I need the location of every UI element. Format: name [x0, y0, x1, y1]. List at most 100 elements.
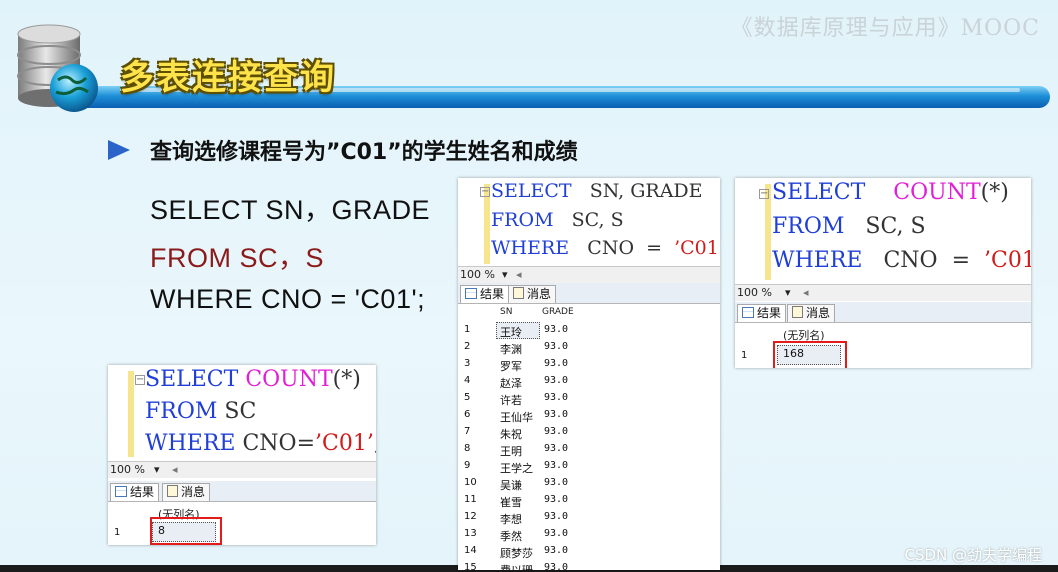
table-row[interactable]: 8 王明 93.0 — [458, 440, 720, 458]
table-row[interactable]: 9 王学之 93.0 — [458, 457, 720, 475]
code-line-where: WHERE CNO=’C01’; — [145, 431, 376, 456]
grade-cell: 93.0 — [544, 392, 569, 403]
result-tabs: 结果 消息 — [108, 481, 376, 502]
slide-title: 多表连接查询 — [120, 58, 336, 98]
row-number: 1 — [741, 350, 748, 361]
code-line-from: FROM SC, S — [491, 209, 624, 231]
table-row[interactable]: 14 顾梦莎 93.0 — [458, 542, 720, 560]
result-grid: SN GRADE 1 王玲 93.0 2 李渊 93.0 3 罗军 93.0 4 赵泽 93.0 5 许若… — [458, 304, 720, 570]
row-number: 6 — [464, 409, 471, 420]
row-number: 9 — [464, 460, 471, 471]
row-number: 8 — [464, 443, 471, 454]
table-row[interactable]: 1 王玲 93.0 — [458, 321, 720, 339]
table-row[interactable]: 3 罗军 93.0 — [458, 355, 720, 373]
grade-cell: 93.0 — [544, 477, 569, 488]
sql-from-line: FROM SC，S — [150, 243, 325, 273]
grade-cell: 93.0 — [544, 375, 569, 386]
chevron-down-icon[interactable]: ▾ — [154, 463, 160, 476]
code-gutter — [128, 371, 134, 457]
table-row[interactable]: 15 费以珊 93.0 — [458, 559, 720, 570]
table-row[interactable]: 13 季然 93.0 — [458, 525, 720, 543]
code-line-select: SELECT SN, GRADE — [491, 180, 703, 202]
table-row[interactable]: 10 吴谦 93.0 — [458, 474, 720, 492]
column-header-sn: SN — [500, 307, 513, 317]
row-number: 14 — [464, 545, 477, 556]
row-number: 13 — [464, 528, 477, 539]
grade-cell: 93.0 — [544, 358, 569, 369]
tab-results[interactable]: 结果 — [110, 483, 160, 501]
query-panel-join: − SELECT SN, GRADE FROM SC, S WHERE CNO … — [458, 178, 720, 570]
row-number: 12 — [464, 511, 477, 522]
code-line-from: FROM SC, S — [772, 214, 926, 239]
tab-messages[interactable]: 消息 — [162, 483, 211, 501]
tab-results[interactable]: 结果 — [460, 285, 510, 303]
row-number: 10 — [464, 477, 477, 488]
scroll-left-icon[interactable]: ◂ — [803, 286, 809, 299]
collapse-icon[interactable]: − — [759, 189, 769, 199]
course-title: 《数据库原理与应用》MOOC — [730, 16, 1040, 41]
code-line-where: WHERE CNO = ’C01’; — [772, 248, 1031, 273]
message-icon — [167, 485, 178, 497]
grade-cell: 93.0 — [544, 545, 569, 556]
sql-select-line: SELECT SN，GRADE — [150, 195, 431, 225]
grade-cell: 93.0 — [544, 409, 569, 420]
csdn-watermark: CSDN @劲夫学编程 — [904, 546, 1042, 564]
table-row[interactable]: 6 王仙华 93.0 — [458, 406, 720, 424]
tab-results[interactable]: 结果 — [737, 304, 787, 322]
table-row[interactable]: 4 赵泽 93.0 — [458, 372, 720, 390]
sql-where-line: WHERE CNO = 'C01'; — [150, 284, 426, 314]
scroll-left-icon[interactable]: ◂ — [516, 268, 522, 281]
subtitle: 查询选修课程号为”C01”的学生姓名和成绩 — [150, 140, 578, 165]
grade-cell: 93.0 — [544, 562, 569, 570]
code-line-where: WHERE CNO = ’C01’; — [491, 237, 720, 259]
row-number: 3 — [464, 358, 471, 369]
table-row[interactable]: 7 朱祝 93.0 — [458, 423, 720, 441]
chevron-down-icon[interactable]: ▾ — [502, 268, 508, 281]
code-editor: − SELECT SN, GRADE FROM SC, S WHERE CNO … — [458, 178, 720, 266]
row-number: 2 — [464, 341, 471, 352]
table-row[interactable]: 12 李想 93.0 — [458, 508, 720, 526]
grade-cell: 93.0 — [544, 460, 569, 471]
table-row[interactable]: 11 崔雪 93.0 — [458, 491, 720, 509]
grade-cell: 93.0 — [544, 511, 569, 522]
row-number: 7 — [464, 426, 471, 437]
row-number: 1 — [114, 527, 121, 538]
message-icon — [792, 306, 803, 318]
code-editor: − SELECT COUNT(*) FROM SC, S WHERE CNO =… — [735, 178, 1031, 282]
row-number: 5 — [464, 392, 471, 403]
table-row[interactable]: 2 李渊 93.0 — [458, 338, 720, 356]
grid-icon — [115, 486, 127, 497]
zoom-bar: 100 % ▾ ◂ — [458, 266, 720, 283]
tab-messages[interactable]: 消息 — [508, 285, 557, 303]
result-grid: (无列名) 1 8 — [108, 502, 376, 545]
chevron-down-icon[interactable]: ▾ — [785, 286, 791, 299]
zoom-bar: 100 % ▾ ◂ — [735, 284, 1031, 301]
zoom-level[interactable]: 100 % — [737, 286, 772, 299]
bullet-arrow-icon — [108, 140, 130, 160]
row-number: 15 — [464, 562, 477, 570]
grade-cell: 93.0 — [544, 341, 569, 352]
query-panel-count-sc-s: − SELECT COUNT(*) FROM SC, S WHERE CNO =… — [735, 178, 1031, 368]
grid-icon — [742, 307, 754, 318]
zoom-level[interactable]: 100 % — [110, 463, 145, 476]
result-tabs: 结果 消息 — [458, 283, 720, 304]
column-header-grade: GRADE — [542, 307, 574, 317]
database-globe-icon — [17, 24, 98, 112]
collapse-icon[interactable]: − — [480, 187, 490, 197]
code-line-select: SELECT COUNT(*) — [772, 180, 1009, 205]
table-row[interactable]: 5 许若 93.0 — [458, 389, 720, 407]
scroll-left-icon[interactable]: ◂ — [172, 463, 178, 476]
result-tabs: 结果 消息 — [735, 302, 1031, 323]
grade-cell: 93.0 — [544, 528, 569, 539]
code-line-from: FROM SC — [145, 399, 257, 424]
code-editor: − SELECT COUNT(*) FROM SC WHERE CNO=’C01… — [108, 365, 376, 461]
row-number: 11 — [464, 494, 477, 505]
grade-cell: 93.0 — [544, 494, 569, 505]
zoom-level[interactable]: 100 % — [460, 268, 495, 281]
collapse-icon[interactable]: − — [135, 375, 145, 385]
highlight-box — [150, 517, 222, 545]
result-grid: (无列名) 1 168 — [735, 323, 1031, 368]
student-name-cell: 费以珊 — [500, 562, 533, 570]
tab-messages[interactable]: 消息 — [787, 304, 836, 322]
row-number: 1 — [464, 324, 471, 335]
